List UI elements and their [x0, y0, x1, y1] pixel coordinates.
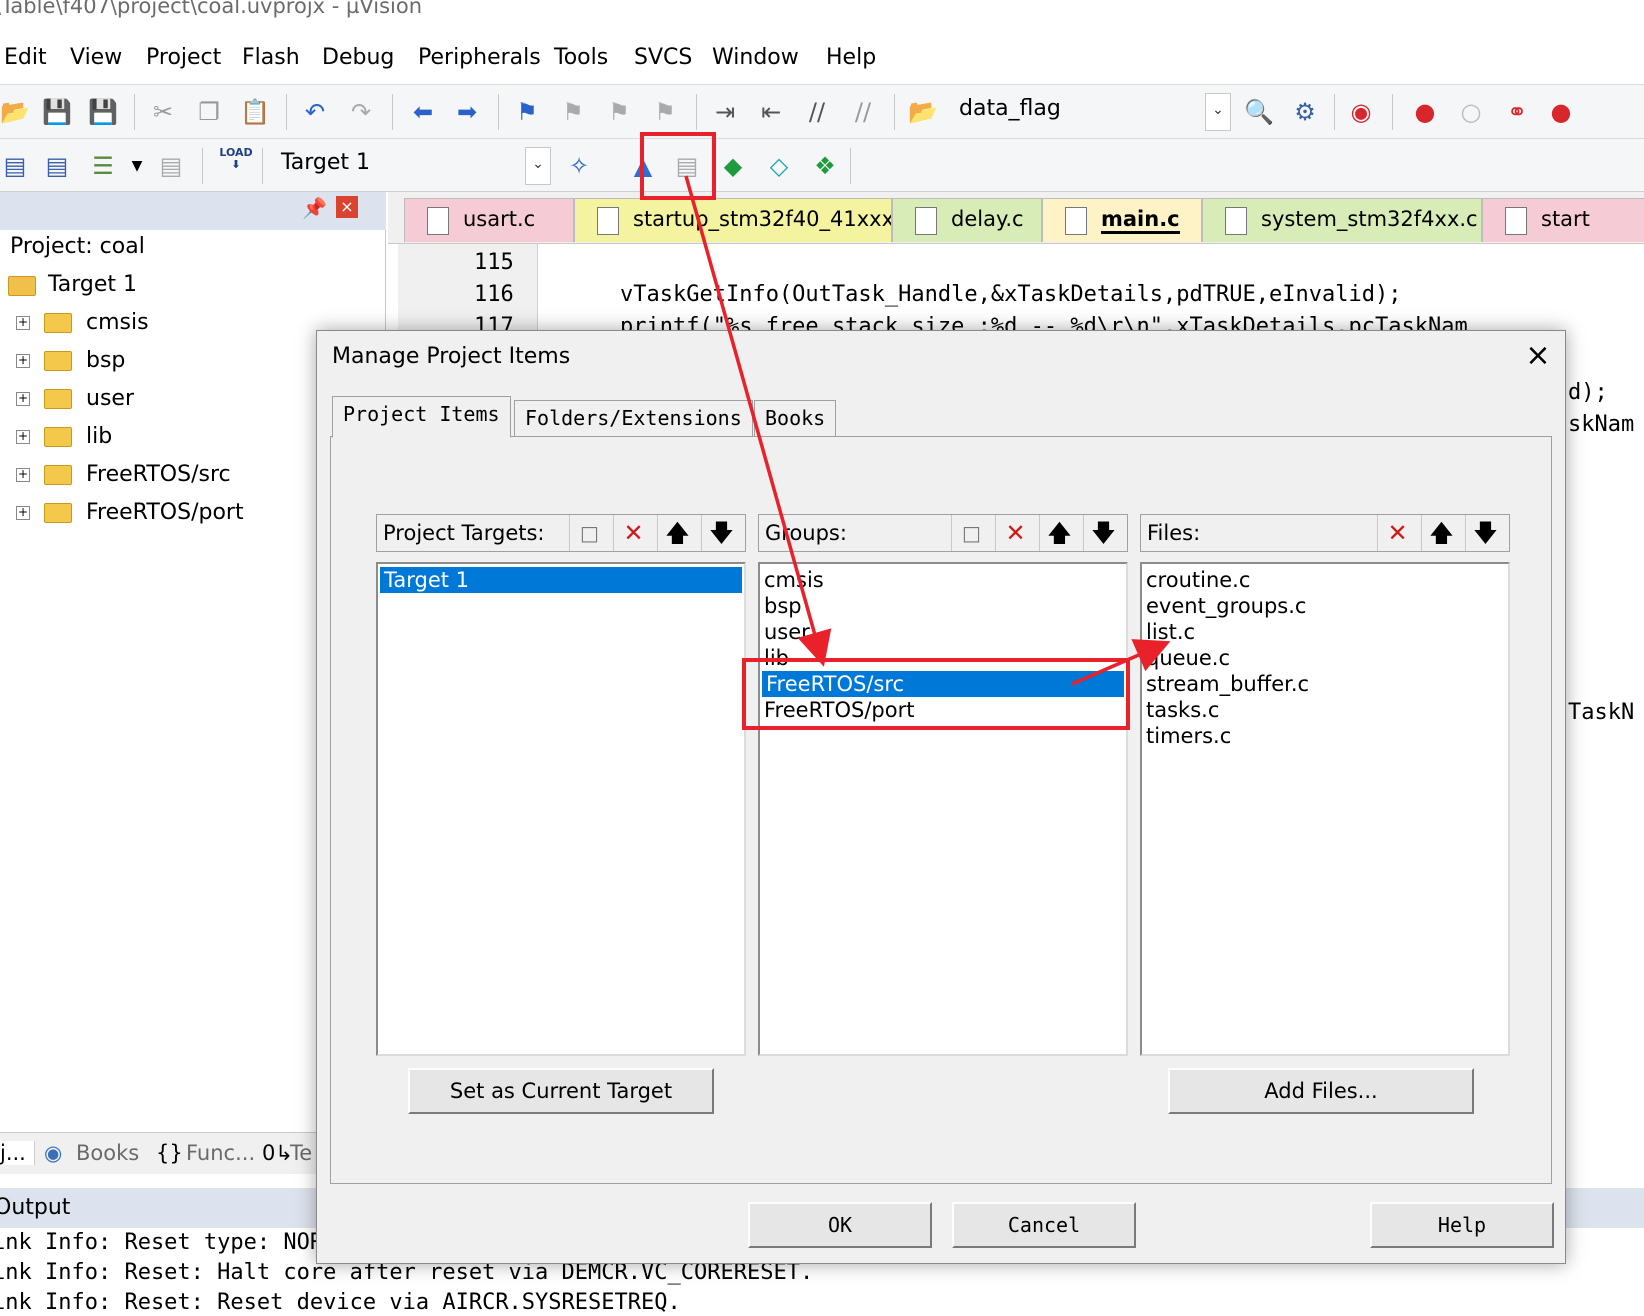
annotation-arrow-to-files [1071, 639, 1171, 686]
annotation-arrow-to-groups [684, 175, 832, 667]
tab-project-items[interactable]: Project Items [332, 396, 511, 438]
annotation-arrows [684, 175, 1171, 686]
